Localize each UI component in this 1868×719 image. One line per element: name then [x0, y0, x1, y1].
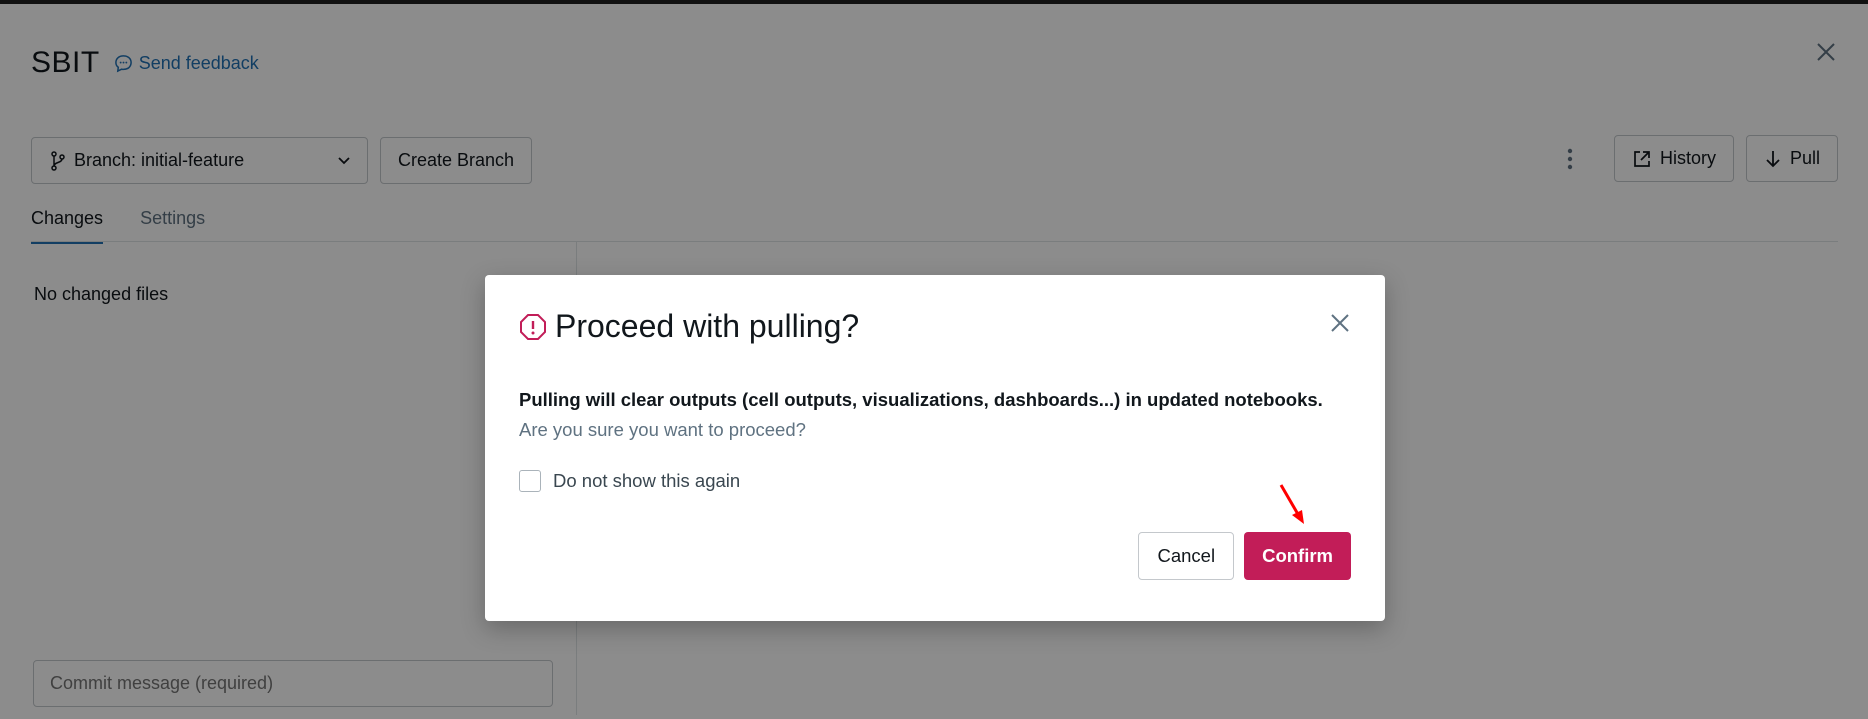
- dont-show-again-label: Do not show this again: [553, 470, 741, 491]
- dialog-message-question: Are you sure you want to proceed?: [519, 419, 806, 440]
- cancel-button[interactable]: Cancel: [1138, 532, 1235, 580]
- dialog-footer: Cancel Confirm: [1138, 532, 1351, 580]
- dont-show-again-checkbox[interactable]: [519, 470, 541, 492]
- dialog-title-text: Proceed with pulling?: [555, 308, 860, 344]
- dialog-title: Proceed with pulling?: [519, 308, 859, 345]
- confirm-button[interactable]: Confirm: [1244, 532, 1351, 580]
- pull-confirm-dialog: Proceed with pulling? Pulling will clear…: [485, 275, 1385, 621]
- dialog-message: Pulling will clear outputs (cell outputs…: [519, 385, 1349, 445]
- dont-show-again-row[interactable]: Do not show this again: [519, 470, 740, 492]
- dialog-close-icon[interactable]: [1329, 312, 1351, 334]
- annotation-arrow-icon: [1279, 484, 1304, 524]
- dialog-message-emphasis: Pulling will clear outputs (cell outputs…: [519, 389, 1323, 410]
- warning-icon: [520, 313, 546, 340]
